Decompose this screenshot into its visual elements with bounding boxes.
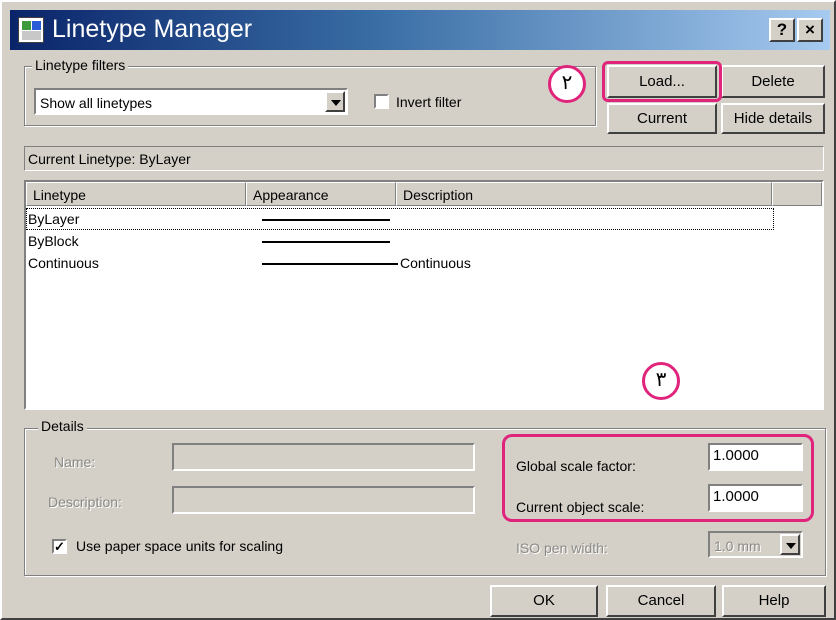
name-label: Name: bbox=[54, 454, 96, 470]
column-header-description[interactable]: Description bbox=[396, 182, 772, 206]
title-bar[interactable]: Linetype Manager ? × bbox=[10, 10, 830, 50]
row-name: ByBlock bbox=[28, 233, 79, 249]
linetype-manager-dialog: Linetype Manager ? × Linetype filters Sh… bbox=[0, 0, 836, 620]
details-legend: Details bbox=[38, 418, 87, 434]
column-header-extra bbox=[772, 182, 822, 206]
row-name: Continuous bbox=[28, 255, 99, 271]
paper-space-label: Use paper space units for scaling bbox=[76, 538, 283, 554]
row-description: Continuous bbox=[400, 255, 471, 271]
chevron-down-icon[interactable] bbox=[325, 91, 345, 112]
name-field bbox=[172, 443, 475, 471]
window-title: Linetype Manager bbox=[52, 15, 253, 43]
column-header-linetype[interactable]: Linetype bbox=[26, 182, 246, 206]
scale-highlight bbox=[502, 434, 814, 522]
app-icon bbox=[18, 17, 44, 43]
linetype-filter-select[interactable]: Show all linetypes bbox=[34, 88, 348, 115]
column-header-appearance[interactable]: Appearance bbox=[246, 182, 396, 206]
cancel-button[interactable]: Cancel bbox=[606, 585, 716, 617]
current-linetype-bar: Current Linetype: ByLayer bbox=[24, 146, 824, 171]
close-icon[interactable]: × bbox=[797, 18, 823, 42]
description-label: Description: bbox=[48, 494, 122, 510]
current-button[interactable]: Current bbox=[607, 103, 717, 134]
linetype-list[interactable]: Linetype Appearance Description ByLayer … bbox=[24, 180, 824, 410]
linetype-filter-value: Show all linetypes bbox=[40, 95, 153, 111]
appearance-line bbox=[262, 263, 398, 265]
chevron-down-icon bbox=[780, 534, 800, 555]
delete-button[interactable]: Delete bbox=[721, 65, 825, 98]
table-row-byblock[interactable]: ByBlock bbox=[26, 230, 774, 252]
iso-pen-select: 1.0 mm bbox=[708, 531, 803, 558]
table-row-continuous[interactable]: Continuous Continuous bbox=[26, 252, 774, 274]
description-field bbox=[172, 486, 475, 514]
iso-pen-label: ISO pen width: bbox=[516, 540, 608, 556]
load-highlight bbox=[602, 61, 722, 102]
appearance-line bbox=[262, 241, 390, 243]
invert-filter-label: Invert filter bbox=[396, 94, 462, 110]
hide-details-button[interactable]: Hide details bbox=[721, 103, 825, 134]
invert-filter-checkbox[interactable] bbox=[374, 94, 389, 109]
appearance-line bbox=[262, 219, 390, 221]
paper-space-checkbox[interactable]: ✓ bbox=[52, 539, 67, 554]
table-row-bylayer[interactable]: ByLayer bbox=[26, 208, 774, 230]
row-name: ByLayer bbox=[28, 211, 80, 227]
step-3-marker: ۳ bbox=[642, 362, 680, 400]
step-2-marker: ۲ bbox=[548, 65, 586, 103]
help-title-button[interactable]: ? bbox=[769, 18, 795, 42]
current-linetype-text: Current Linetype: ByLayer bbox=[28, 151, 191, 167]
help-button[interactable]: Help bbox=[722, 585, 826, 617]
iso-pen-value: 1.0 mm bbox=[714, 538, 761, 554]
linetype-filters-legend: Linetype filters bbox=[32, 57, 129, 73]
ok-button[interactable]: OK bbox=[490, 585, 598, 617]
